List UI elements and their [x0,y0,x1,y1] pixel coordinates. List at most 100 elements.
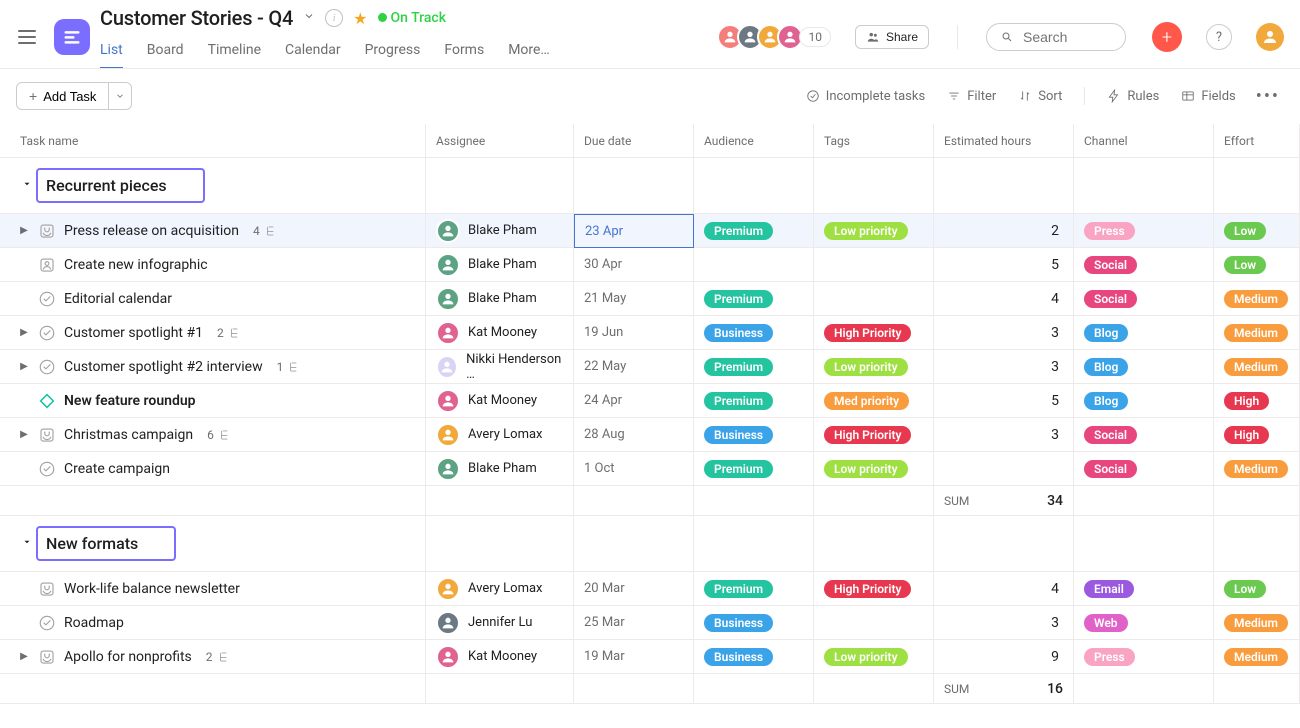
share-button[interactable]: Share [855,25,929,49]
channel-pill[interactable]: Press [1084,222,1135,240]
column-header[interactable]: Tags [814,124,934,158]
add-task-button[interactable]: +Add Task [16,82,108,110]
estimated-hours[interactable]: 3 [934,316,1074,350]
task-name[interactable]: Apollo for nonprofits [64,649,192,665]
assignee-name[interactable]: Blake Pham [468,461,537,476]
add-task-menu[interactable] [108,82,132,110]
task-name[interactable]: Christmas campaign [64,427,193,443]
task-row[interactable]: ▶Customer spotlight #2 interview1 Nikki … [0,350,1300,384]
assignee-name[interactable]: Kat Mooney [468,649,537,664]
effort-pill[interactable]: High [1224,392,1269,410]
task-name[interactable]: Editorial calendar [64,291,172,307]
star-icon[interactable]: ★ [353,9,367,28]
channel-pill[interactable]: Social [1084,256,1137,274]
assignee-name[interactable]: Nikki Henderson … [466,352,563,382]
estimated-hours[interactable]: 3 [934,606,1074,640]
tab-list[interactable]: List [100,36,123,68]
user-avatar[interactable] [1256,23,1284,51]
estimated-hours[interactable]: 5 [934,248,1074,282]
filter-button[interactable]: Filter [941,85,1002,108]
due-date[interactable]: 19 Mar [574,640,694,674]
effort-pill[interactable]: Medium [1224,614,1288,632]
collaborator-count[interactable]: 10 [799,27,831,47]
estimated-hours[interactable]: 3 [934,418,1074,452]
sort-button[interactable]: Sort [1012,85,1068,108]
due-date[interactable]: 24 Apr [574,384,694,418]
effort-pill[interactable]: Medium [1224,460,1288,478]
estimated-hours[interactable]: 2 [934,214,1074,248]
info-icon[interactable]: i [325,9,343,27]
section-toggle[interactable] [22,536,32,551]
search-input[interactable] [986,23,1126,51]
quick-add-button[interactable]: + [1152,22,1182,52]
channel-pill[interactable]: Blog [1084,324,1128,342]
assignee-name[interactable]: Blake Pham [468,291,537,306]
task-name[interactable]: Roadmap [64,615,124,631]
due-date[interactable]: 25 Mar [574,606,694,640]
column-header[interactable]: Estimated hours [934,124,1074,158]
effort-pill[interactable]: Low [1224,580,1266,598]
channel-pill[interactable]: Social [1084,290,1137,308]
estimated-hours[interactable]: 5 [934,384,1074,418]
channel-pill[interactable]: Press [1084,648,1135,666]
channel-pill[interactable]: Email [1084,580,1134,598]
task-name[interactable]: Customer spotlight #2 interview [64,359,263,375]
tab-timeline[interactable]: Timeline [208,36,261,68]
help-button[interactable]: ? [1206,24,1232,50]
incomplete-filter[interactable]: Incomplete tasks [800,85,931,108]
search-field[interactable] [1021,28,1111,46]
task-row[interactable]: ▶Create new infographicBlake Pham30 Apr5… [0,248,1300,282]
column-header[interactable]: Effort [1214,124,1300,158]
estimated-hours[interactable]: 4 [934,282,1074,316]
project-menu-caret[interactable] [303,10,315,26]
task-name[interactable]: Customer spotlight #1 [64,325,203,341]
channel-pill[interactable]: Social [1084,426,1137,444]
priority-pill[interactable]: High Priority [824,426,911,444]
audience-pill[interactable]: Business [704,648,773,666]
assignee-name[interactable]: Avery Lomax [468,427,543,442]
estimated-hours[interactable] [934,452,1074,486]
task-row[interactable]: ▶Create campaignBlake Pham1 OctPremiumLo… [0,452,1300,486]
task-name[interactable]: Press release on acquisition [64,223,239,239]
fields-button[interactable]: Fields [1175,85,1241,108]
effort-pill[interactable]: Low [1224,222,1266,240]
audience-pill[interactable]: Business [704,426,773,444]
expand-caret[interactable]: ▶ [18,225,30,236]
due-date[interactable]: 22 May [574,350,694,384]
section-name[interactable]: New formats [36,526,176,561]
estimated-hours[interactable]: 4 [934,572,1074,606]
priority-pill[interactable]: Low priority [824,460,908,478]
due-date[interactable]: 23 Apr [574,214,694,248]
more-actions[interactable]: ••• [1252,86,1284,107]
project-icon[interactable] [54,19,90,55]
tab-board[interactable]: Board [147,36,184,68]
priority-pill[interactable]: Low priority [824,648,908,666]
tab-calendar[interactable]: Calendar [285,36,341,68]
effort-pill[interactable]: Medium [1224,648,1288,666]
task-row[interactable]: ▶New feature roundupKat Mooney24 AprPrem… [0,384,1300,418]
effort-pill[interactable]: Medium [1224,324,1288,342]
status-indicator[interactable]: On Track [378,10,447,26]
channel-pill[interactable]: Blog [1084,392,1128,410]
column-header[interactable]: Assignee [426,124,574,158]
task-row[interactable]: ▶Work-life balance newsletterAvery Lomax… [0,572,1300,606]
effort-pill[interactable]: High [1224,426,1269,444]
task-name[interactable]: Create campaign [64,461,170,477]
assignee-name[interactable]: Kat Mooney [468,393,537,408]
column-header[interactable]: Channel [1074,124,1214,158]
tab-progress[interactable]: Progress [365,36,421,68]
channel-pill[interactable]: Social [1084,460,1137,478]
priority-pill[interactable]: Med priority [824,392,909,410]
priority-pill[interactable]: Low priority [824,358,908,376]
tab-forms[interactable]: Forms [444,36,484,68]
due-date[interactable]: 1 Oct [574,452,694,486]
column-header[interactable]: Audience [694,124,814,158]
audience-pill[interactable]: Premium [704,460,773,478]
channel-pill[interactable]: Web [1084,614,1128,632]
expand-caret[interactable]: ▶ [18,327,30,338]
collaborators[interactable]: 10 [717,24,831,50]
effort-pill[interactable]: Medium [1224,358,1288,376]
task-row[interactable]: ▶Christmas campaign6 Avery Lomax28 AugBu… [0,418,1300,452]
audience-pill[interactable]: Premium [704,358,773,376]
audience-pill[interactable]: Business [704,324,773,342]
